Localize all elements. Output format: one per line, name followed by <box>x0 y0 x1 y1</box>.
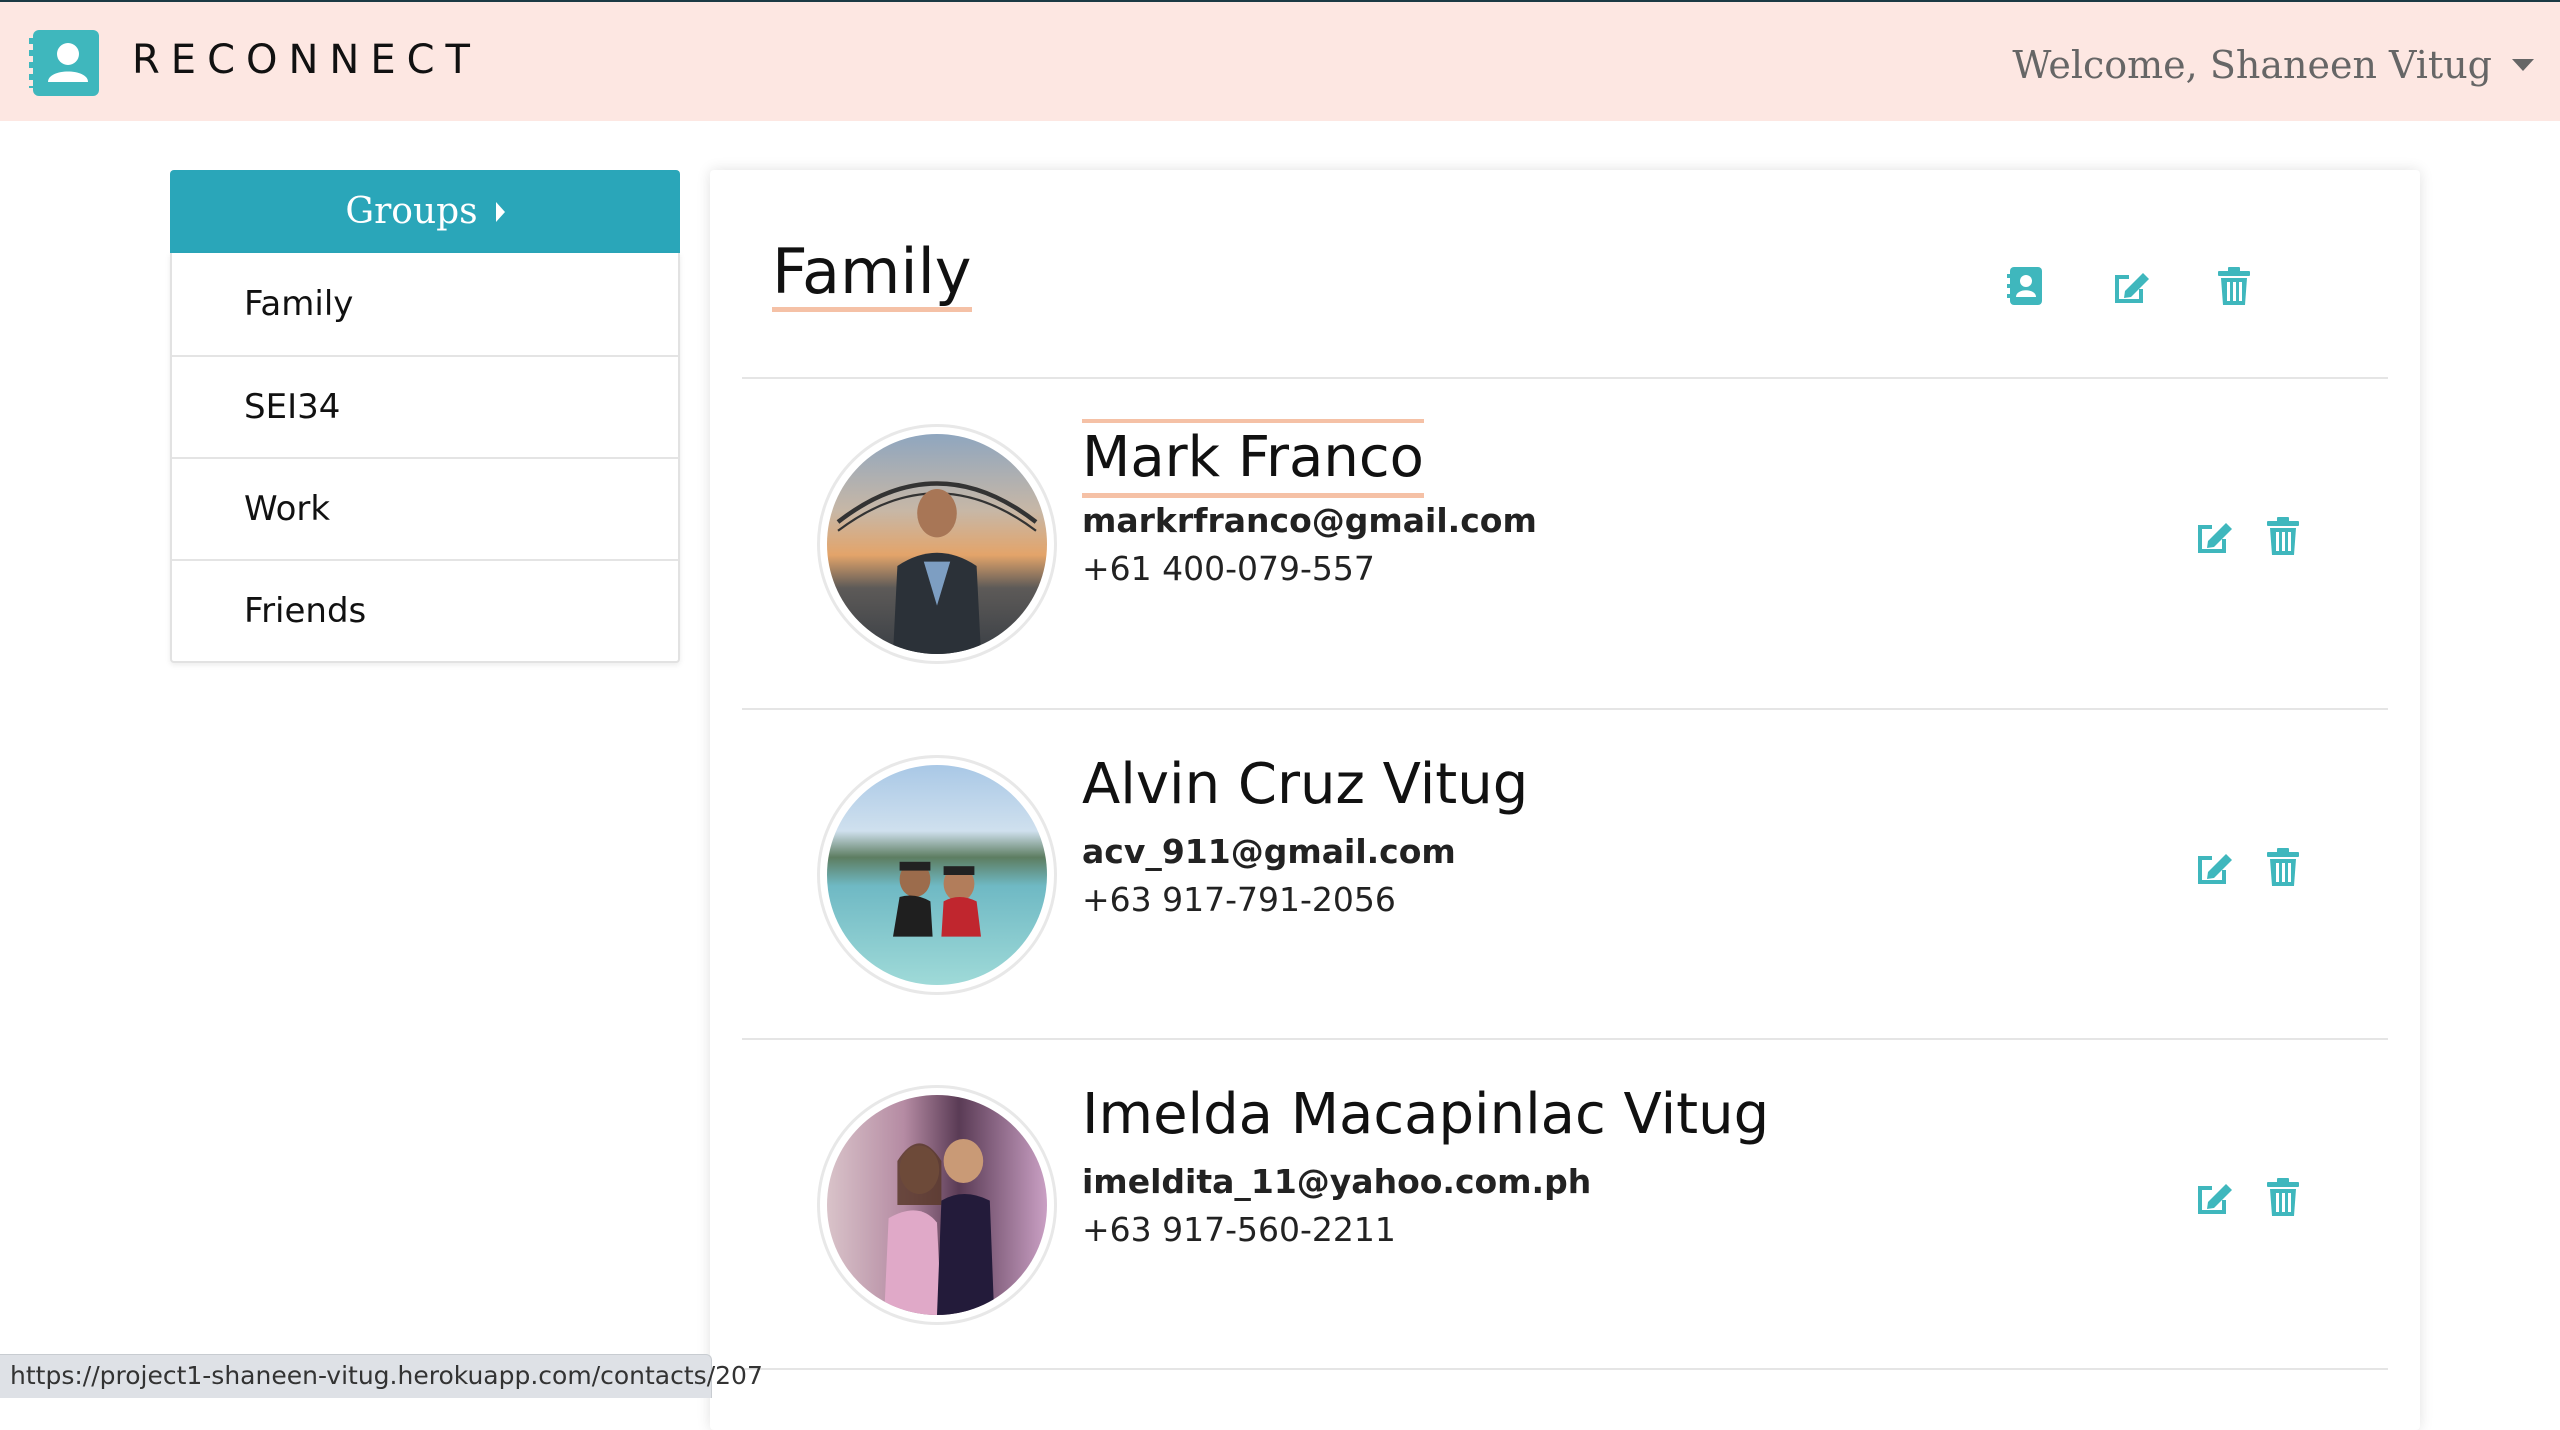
contact-book-icon[interactable] <box>2005 265 2047 307</box>
delete-group-icon[interactable] <box>2213 265 2255 307</box>
delete-contact-icon[interactable] <box>2262 846 2304 888</box>
group-item-friends[interactable]: Friends <box>172 559 678 661</box>
edit-contact-icon[interactable] <box>2192 515 2234 557</box>
group-item-work[interactable]: Work <box>172 457 678 559</box>
edit-group-icon[interactable] <box>2109 265 2151 307</box>
welcome-text: Welcome, Shaneen Vitug <box>2012 43 2492 87</box>
group-title: Family <box>772 232 972 312</box>
contact-actions <box>2192 846 2304 888</box>
link-preview-statusbar: https://project1-shaneen-vitug.herokuapp… <box>0 1354 763 1398</box>
contact-actions <box>2192 1176 2304 1218</box>
edit-contact-icon[interactable] <box>2192 846 2234 888</box>
user-menu-dropdown[interactable]: Welcome, Shaneen Vitug <box>2012 40 2534 90</box>
caret-right-icon <box>495 201 505 222</box>
navbar: RECONNECT Welcome, Shaneen Vitug <box>0 0 2560 121</box>
group-actions <box>2005 265 2255 307</box>
contact-row: Imelda Macapinlac Vitug imeldita_11@yaho… <box>742 1040 2388 1340</box>
contact-email: markrfranco@gmail.com <box>1082 501 1537 540</box>
groups-header-label: Groups <box>345 191 478 232</box>
contact-phone: +63 917-560-2211 <box>1082 1210 1396 1249</box>
group-item-sei34[interactable]: SEI34 <box>172 355 678 457</box>
divider <box>742 1368 2388 1370</box>
delete-contact-icon[interactable] <box>2262 515 2304 557</box>
avatar[interactable] <box>817 755 1057 995</box>
contact-name-link[interactable]: Alvin Cruz Vitug <box>1082 750 1528 820</box>
edit-contact-icon[interactable] <box>2192 1176 2234 1218</box>
contact-book-logo-icon[interactable] <box>29 30 99 96</box>
contact-email: acv_911@gmail.com <box>1082 832 1456 871</box>
avatar[interactable] <box>817 1085 1057 1325</box>
avatar[interactable] <box>817 424 1057 664</box>
group-list: Family SEI34 Work Friends <box>170 253 680 663</box>
contact-email: imeldita_11@yahoo.com.ph <box>1082 1162 1592 1201</box>
groups-header-button[interactable]: Groups <box>170 170 680 253</box>
contact-row: Mark Franco markrfranco@gmail.com +61 40… <box>742 379 2388 679</box>
contact-actions <box>2192 515 2304 557</box>
group-item-family[interactable]: Family <box>172 253 678 355</box>
group-detail-panel: Family Mark Franco markrfranco@gmail.com… <box>710 170 2420 1430</box>
contact-phone: +61 400-079-557 <box>1082 549 1375 588</box>
contact-name-link[interactable]: Imelda Macapinlac Vitug <box>1082 1080 1769 1150</box>
contact-name-link[interactable]: Mark Franco <box>1082 419 1424 498</box>
contact-row: Alvin Cruz Vitug acv_911@gmail.com +63 9… <box>742 710 2388 1010</box>
contact-phone: +63 917-791-2056 <box>1082 880 1396 919</box>
groups-sidebar: Groups Family SEI34 Work Friends <box>170 170 680 663</box>
caret-down-icon <box>2512 59 2534 71</box>
brand-name[interactable]: RECONNECT <box>132 35 481 85</box>
delete-contact-icon[interactable] <box>2262 1176 2304 1218</box>
